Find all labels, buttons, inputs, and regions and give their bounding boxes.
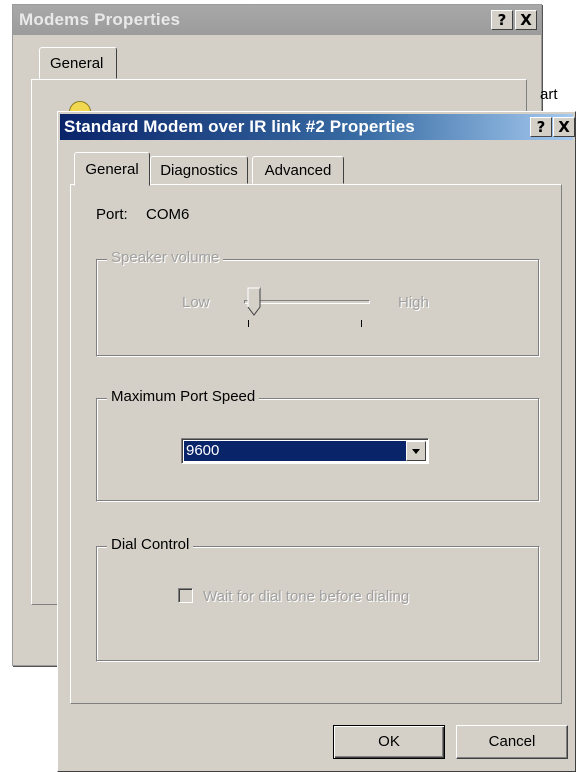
bg-close-button[interactable]: X (515, 10, 537, 30)
modems-properties-titlebar[interactable]: Modems Properties ? X (13, 5, 541, 35)
speaker-volume-track (244, 300, 370, 304)
max-port-speed-value: 9600 (184, 441, 406, 461)
speaker-high-label: High (398, 294, 429, 311)
speaker-volume-group: Speaker volume (96, 249, 540, 357)
slider-tick-max (361, 320, 362, 327)
ok-button[interactable]: OK (333, 725, 445, 759)
port-value: COM6 (146, 206, 190, 223)
bg-help-button[interactable]: ? (491, 10, 513, 30)
tab-advanced-label: Advanced (264, 162, 332, 179)
dialog-titlebar[interactable]: Standard Modem over IR link #2 Propertie… (60, 114, 575, 140)
tab-general-label: General (85, 161, 139, 178)
speaker-volume-slider[interactable] (247, 287, 261, 317)
dial-control-label: Dial Control (107, 536, 194, 553)
help-button[interactable]: ? (530, 117, 552, 137)
speaker-volume-label: Speaker volume (107, 249, 224, 266)
wait-dial-tone-label: Wait for dial tone before dialing (203, 588, 410, 605)
speaker-low-label: Low (182, 294, 210, 311)
bg-cut-text: art (540, 86, 558, 103)
tab-diagnostics-label: Diagnostics (160, 162, 238, 179)
cancel-button[interactable]: Cancel (456, 725, 568, 759)
bg-tab-general[interactable]: General (39, 47, 117, 79)
tab-general[interactable]: General (74, 152, 150, 186)
max-port-speed-select[interactable]: 9600 (181, 438, 429, 464)
close-button[interactable]: X (553, 117, 575, 137)
slider-tick-min (248, 320, 249, 327)
dialog-title: Standard Modem over IR link #2 Propertie… (64, 117, 415, 136)
tab-advanced[interactable]: Advanced (252, 156, 344, 184)
modem-properties-dialog: Standard Modem over IR link #2 Propertie… (57, 111, 576, 772)
chevron-down-icon[interactable] (406, 441, 426, 461)
port-label: Port: (96, 206, 128, 223)
tab-diagnostics[interactable]: Diagnostics (150, 156, 248, 184)
bg-tab-general-label: General (50, 55, 104, 72)
max-port-speed-label: Maximum Port Speed (107, 388, 260, 405)
modems-properties-title: Modems Properties (19, 10, 181, 29)
wait-dial-tone-checkbox[interactable] (178, 588, 193, 603)
